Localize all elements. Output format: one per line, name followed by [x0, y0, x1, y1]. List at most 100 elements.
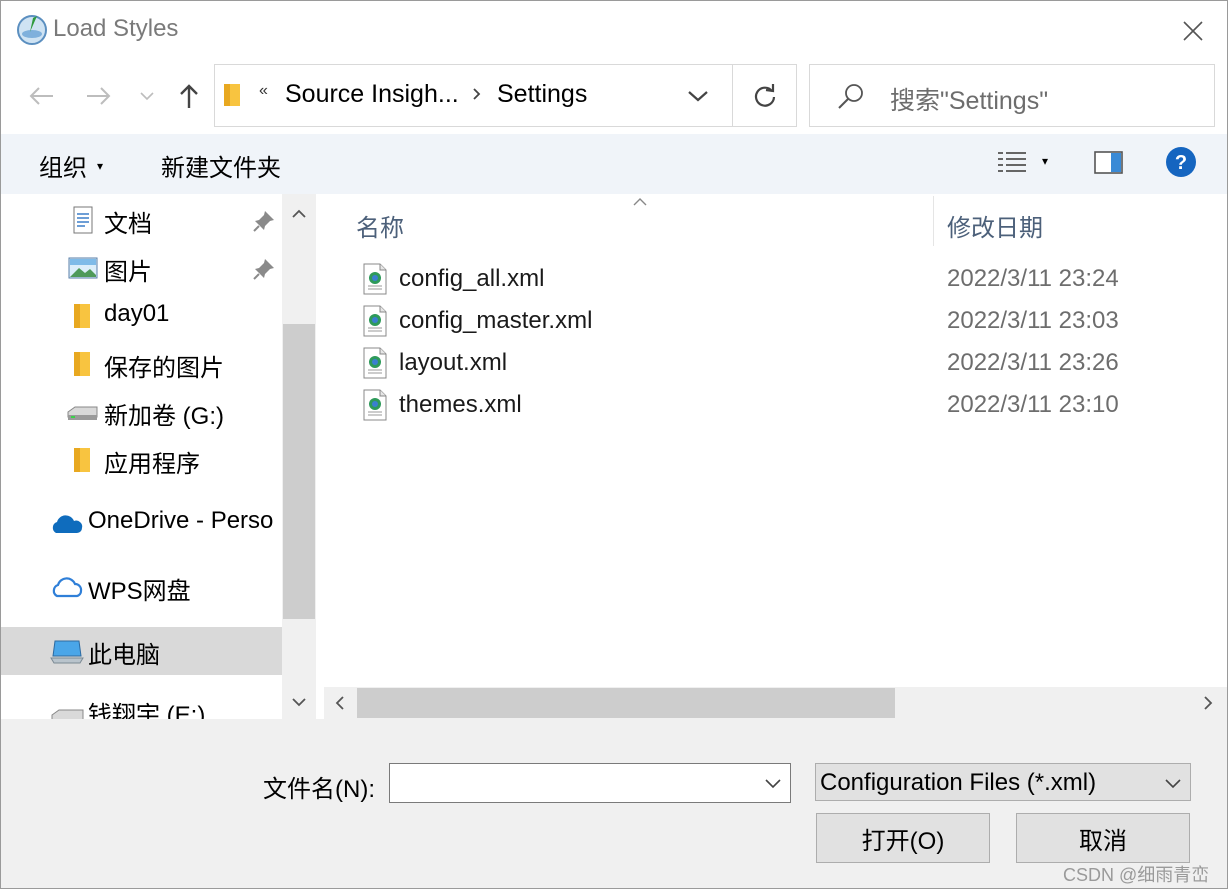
breadcrumb-settings[interactable]: Settings	[497, 80, 587, 109]
nav-item-drive-g[interactable]: 新加卷 (G:)	[1, 388, 282, 436]
forward-button[interactable]	[81, 79, 117, 113]
refresh-button[interactable]	[733, 65, 797, 126]
xml-file-icon	[362, 347, 388, 379]
title-bar: Load Styles	[1, 1, 1227, 61]
xml-file-icon	[362, 389, 388, 421]
nav-item-label: WPS网盘	[88, 578, 191, 605]
file-list-horizontal-scrollbar[interactable]	[324, 687, 1227, 719]
nav-item-day01[interactable]: day01	[1, 292, 282, 340]
file-row[interactable]: config_all.xml 2022/3/11 23:24	[356, 258, 1216, 300]
help-button[interactable]: ?	[1165, 146, 1197, 178]
nav-item-saved-pictures[interactable]: 保存的图片	[1, 340, 282, 388]
breadcrumb-separator-icon[interactable]	[470, 83, 484, 105]
filetype-select[interactable]: Configuration Files (*.xml)	[815, 763, 1191, 801]
scroll-up-button[interactable]	[282, 202, 316, 226]
nav-item-label: 此电脑	[88, 642, 160, 669]
address-bar[interactable]: « Source Insigh... Settings	[214, 64, 797, 127]
chevron-right-icon	[1204, 696, 1213, 710]
nav-item-label: 图片	[104, 259, 152, 286]
command-bar: 组织 ▾ 新建文件夹 ▾ ?	[1, 134, 1227, 194]
scroll-left-button[interactable]	[324, 687, 356, 719]
view-options-button[interactable]	[997, 150, 1027, 176]
file-row[interactable]: themes.xml 2022/3/11 23:10	[356, 384, 1216, 426]
scroll-down-button[interactable]	[282, 690, 316, 714]
pin-icon	[251, 256, 277, 282]
column-header-date[interactable]: 修改日期	[947, 208, 1043, 243]
organize-button[interactable]: 组织 ▾	[39, 148, 103, 183]
close-button[interactable]	[1171, 11, 1215, 51]
nav-item-pictures[interactable]: 图片	[1, 244, 282, 292]
folder-icon	[223, 82, 241, 108]
file-list: 名称 修改日期 config_all.xml 2022/3/11 23:24 c…	[316, 194, 1227, 719]
navigation-pane: 文档 图片 day01 保存的图片 新加卷 (G:) 应用程序 OneDrive…	[1, 194, 316, 719]
nav-item-this-pc[interactable]: 此电脑	[1, 627, 282, 675]
filename-history-dropdown[interactable]	[762, 772, 784, 794]
file-date: 2022/3/11 23:03	[947, 307, 1119, 334]
computer-icon	[50, 639, 84, 665]
filetype-value: Configuration Files (*.xml)	[820, 769, 1097, 796]
chevron-down-icon	[765, 779, 781, 789]
file-date: 2022/3/11 23:10	[947, 391, 1119, 418]
close-icon	[1183, 21, 1203, 41]
scroll-thumb[interactable]	[357, 688, 895, 718]
cloud-icon	[50, 575, 84, 599]
chevron-down-icon	[140, 92, 154, 101]
arrow-up-icon	[180, 84, 198, 108]
column-header-name[interactable]: 名称	[356, 208, 404, 243]
refresh-icon	[754, 83, 776, 107]
filename-label: 文件名(N):	[263, 776, 375, 803]
overflow-chevron[interactable]: «	[259, 82, 268, 100]
app-icon	[16, 14, 48, 46]
file-name: layout.xml	[399, 349, 508, 376]
filename-combobox[interactable]	[389, 763, 791, 803]
nav-item-apps[interactable]: 应用程序	[1, 436, 282, 484]
up-button[interactable]	[171, 79, 207, 113]
nav-item-documents[interactable]: 文档	[1, 196, 282, 244]
nav-item-label: 文档	[104, 211, 152, 238]
file-row[interactable]: config_master.xml 2022/3/11 23:03	[356, 300, 1216, 342]
recent-locations-button[interactable]	[137, 83, 157, 109]
file-row[interactable]: layout.xml 2022/3/11 23:26	[356, 342, 1216, 384]
file-name: themes.xml	[399, 391, 522, 418]
sort-ascending-icon	[632, 194, 648, 206]
chevron-down-icon	[1165, 779, 1181, 789]
preview-pane-button[interactable]	[1094, 150, 1124, 176]
filename-input[interactable]	[390, 764, 750, 802]
nav-item-label: 新加卷 (G:)	[104, 403, 224, 430]
cancel-button[interactable]: 取消	[1016, 813, 1190, 863]
chevron-down-icon	[292, 698, 306, 707]
nav-item-label: 钱翔宇 (E:)	[88, 702, 206, 719]
file-name: config_master.xml	[399, 307, 593, 334]
address-history-dropdown[interactable]	[683, 85, 713, 107]
nav-item-label: day01	[104, 300, 170, 327]
scroll-thumb[interactable]	[283, 324, 315, 619]
window-title: Load Styles	[53, 15, 179, 42]
nav-pane-scrollbar[interactable]	[282, 194, 316, 719]
pictures-icon	[68, 257, 98, 279]
search-placeholder: 搜索"Settings"	[890, 87, 1049, 115]
scroll-right-button[interactable]	[1192, 687, 1224, 719]
drive-icon	[51, 707, 85, 719]
dialog-footer: 文件名(N): Configuration Files (*.xml) 打开(O…	[1, 719, 1227, 888]
filetype-dropdown[interactable]	[1162, 772, 1184, 794]
folder-icon	[73, 446, 91, 474]
nav-item-onedrive[interactable]: OneDrive - Perso	[1, 499, 282, 547]
caret-down-icon: ▾	[97, 158, 104, 173]
breadcrumb-source-insight[interactable]: Source Insigh...	[285, 80, 459, 109]
onedrive-icon	[50, 513, 84, 535]
folder-icon	[73, 350, 91, 378]
search-icon	[836, 81, 866, 111]
document-icon	[71, 206, 95, 234]
nav-item-label: OneDrive - Perso	[88, 507, 274, 534]
back-button[interactable]	[23, 79, 59, 113]
preview-pane-icon	[1094, 151, 1123, 174]
nav-item-wps-cloud[interactable]: WPS网盘	[1, 563, 282, 611]
search-box[interactable]: 搜索"Settings"	[809, 64, 1215, 127]
nav-item-drive-e[interactable]: 钱翔宇 (E:)	[1, 691, 282, 719]
column-divider[interactable]	[933, 196, 934, 246]
new-folder-button[interactable]: 新建文件夹	[161, 148, 281, 183]
nav-item-label: 保存的图片	[104, 355, 224, 382]
view-dropdown-caret-icon[interactable]: ▾	[1042, 154, 1048, 168]
open-button[interactable]: 打开(O)	[816, 813, 990, 863]
pin-icon	[251, 208, 277, 234]
